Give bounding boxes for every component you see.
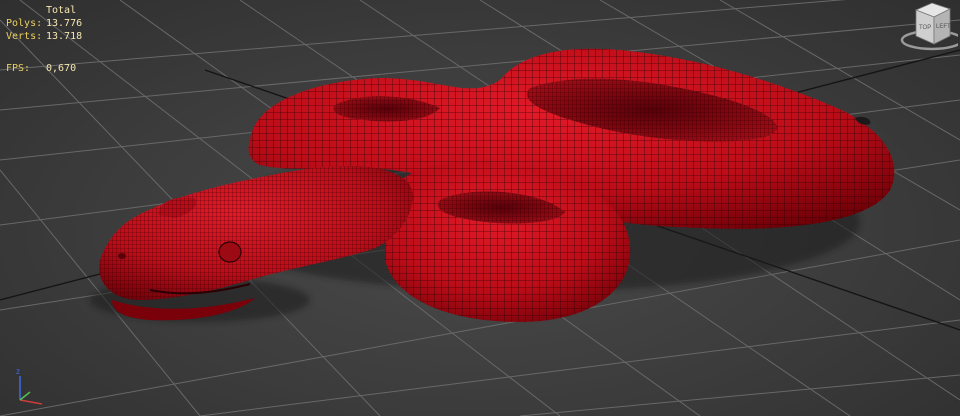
axis-tripod-icon: z bbox=[16, 367, 43, 405]
polys-label: Polys: bbox=[6, 18, 43, 29]
polys-value: 13.776 bbox=[46, 18, 83, 29]
perspective-viewport[interactable]: Total Polys: 13.776 Verts: 13.718 FPS: 0… bbox=[0, 0, 960, 416]
verts-label: Verts: bbox=[6, 31, 43, 42]
scene-canvas[interactable] bbox=[0, 0, 960, 416]
snake-nostril bbox=[118, 253, 126, 259]
axis-y-line bbox=[19, 391, 31, 401]
fps-label: FPS: bbox=[6, 63, 31, 74]
snake-eye bbox=[218, 241, 242, 263]
viewcube-icon[interactable]: TOP LEFT bbox=[896, 0, 958, 52]
stats-header: Total bbox=[46, 5, 77, 16]
axis-z-label: z bbox=[16, 367, 20, 376]
fps-value: 0,670 bbox=[46, 63, 77, 74]
viewcube-front-label: TOP bbox=[919, 25, 931, 31]
axis-x-line bbox=[19, 399, 43, 405]
verts-value: 13.718 bbox=[46, 31, 83, 42]
viewcube-side-label: LEFT bbox=[936, 24, 951, 30]
